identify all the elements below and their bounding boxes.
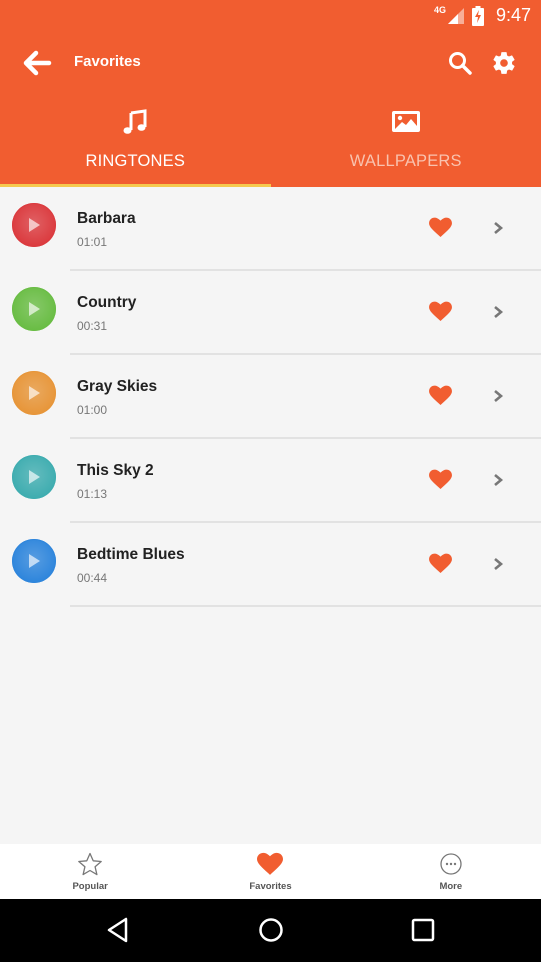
more-icon xyxy=(440,853,462,875)
tab-wallpapers-label: WALLPAPERS xyxy=(349,152,462,170)
divider xyxy=(70,605,541,607)
play-button[interactable] xyxy=(12,539,56,583)
image-icon xyxy=(391,111,420,132)
chevron-right-icon[interactable] xyxy=(492,305,504,319)
play-icon xyxy=(29,302,40,316)
play-button[interactable] xyxy=(12,203,56,247)
system-home-icon[interactable] xyxy=(257,916,285,944)
tab-bar: RINGTONES WALLPAPERS xyxy=(0,90,541,187)
play-button[interactable] xyxy=(12,455,56,499)
clock: 9:47 xyxy=(495,5,531,25)
back-arrow-icon[interactable] xyxy=(22,49,52,77)
app-bar: Favorites xyxy=(0,35,541,90)
signal-icon xyxy=(447,7,464,24)
tab-ringtones[interactable]: RINGTONES xyxy=(0,90,271,187)
chevron-right-icon[interactable] xyxy=(492,389,504,403)
play-button[interactable] xyxy=(12,371,56,415)
chevron-right-icon[interactable] xyxy=(492,473,504,487)
bottom-nav-label: Popular xyxy=(72,881,108,892)
list-item[interactable]: This Sky 2 01:13 xyxy=(0,439,541,523)
system-recents-icon[interactable] xyxy=(409,916,437,944)
network-type: 4G xyxy=(433,4,446,15)
star-icon xyxy=(78,852,103,876)
list-item[interactable]: Gray Skies 01:00 xyxy=(0,355,541,439)
ringtone-duration: 00:44 xyxy=(77,571,108,585)
ringtone-name: Gray Skies xyxy=(77,378,158,395)
ringtone-name: Bedtime Blues xyxy=(77,546,185,563)
list-item[interactable]: Country 00:31 xyxy=(0,271,541,355)
chevron-right-icon[interactable] xyxy=(492,221,504,235)
page-title: Favorites xyxy=(74,53,141,70)
play-icon xyxy=(29,218,40,232)
bottom-nav-label: More xyxy=(439,881,463,892)
ringtone-duration: 01:01 xyxy=(77,235,108,249)
bottom-nav-popular[interactable]: Popular xyxy=(0,844,180,899)
list-item[interactable]: Barbara 01:01 xyxy=(0,187,541,271)
list-item[interactable]: Bedtime Blues 00:44 xyxy=(0,523,541,607)
search-icon[interactable] xyxy=(447,50,473,76)
play-icon xyxy=(29,470,40,484)
bottom-nav: Popular Favorites More xyxy=(0,844,541,899)
ringtone-name: Barbara xyxy=(77,210,136,227)
music-note-icon xyxy=(123,109,147,134)
heart-icon[interactable] xyxy=(429,469,452,490)
play-icon xyxy=(29,554,40,568)
ringtone-duration: 01:00 xyxy=(77,403,108,417)
gear-icon[interactable] xyxy=(491,50,517,76)
ringtone-list: Barbara 01:01 Country 00:31 Gray Skies 0… xyxy=(0,187,541,607)
bottom-nav-more[interactable]: More xyxy=(361,844,541,899)
heart-icon[interactable] xyxy=(429,385,452,406)
heart-icon[interactable] xyxy=(429,217,452,238)
heart-icon[interactable] xyxy=(429,301,452,322)
heart-icon[interactable] xyxy=(429,553,452,574)
play-button[interactable] xyxy=(12,287,56,331)
chevron-right-icon[interactable] xyxy=(492,557,504,571)
system-back-icon[interactable] xyxy=(104,916,132,944)
heart-icon xyxy=(257,852,284,875)
ringtone-name: This Sky 2 xyxy=(77,462,154,479)
status-bar: 4G 9:47 xyxy=(0,0,541,35)
tab-wallpapers[interactable]: WALLPAPERS xyxy=(271,90,541,187)
ringtone-duration: 01:13 xyxy=(77,487,108,501)
bottom-nav-label: Favorites xyxy=(249,881,292,892)
battery-charging-icon xyxy=(471,5,484,26)
ringtone-name: Country xyxy=(77,294,137,311)
tab-ringtones-label: RINGTONES xyxy=(85,152,186,170)
system-nav-bar xyxy=(0,899,541,962)
ringtone-duration: 00:31 xyxy=(77,319,108,333)
play-icon xyxy=(29,386,40,400)
bottom-nav-favorites[interactable]: Favorites xyxy=(180,844,360,899)
